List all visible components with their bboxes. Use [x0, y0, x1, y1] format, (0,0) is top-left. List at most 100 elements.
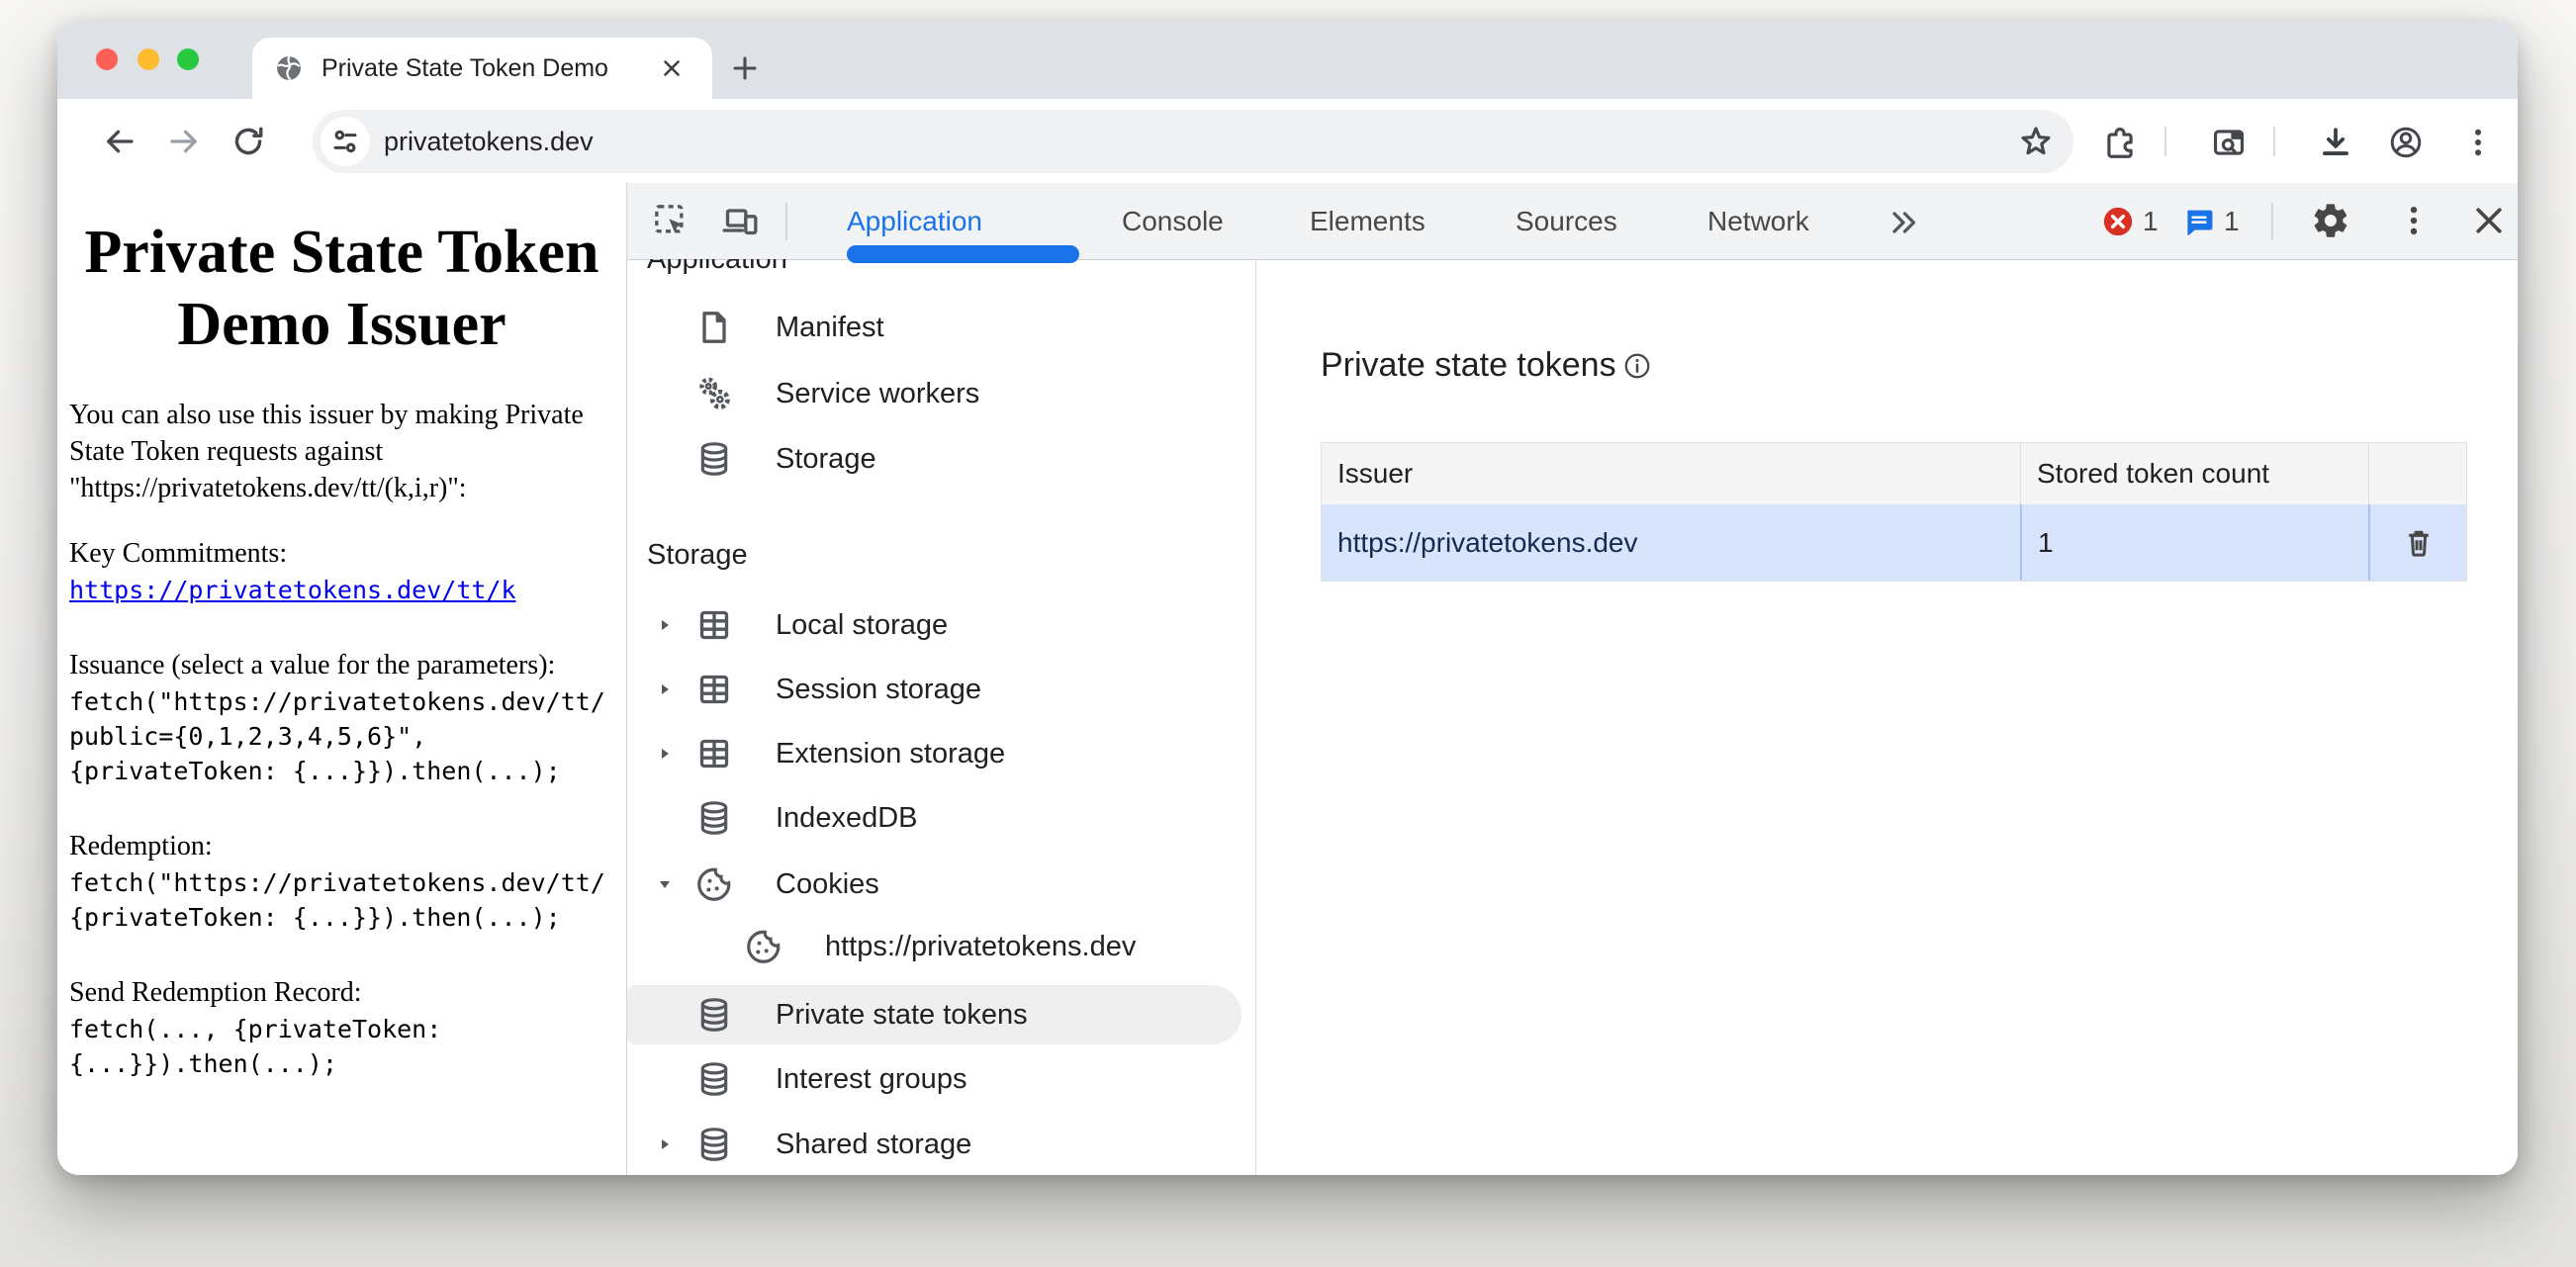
- expand-arrow-icon[interactable]: [657, 617, 673, 633]
- back-icon[interactable]: [102, 124, 138, 159]
- site-settings-icon[interactable]: [321, 117, 370, 166]
- browser-window: Private State Token Demo: [57, 22, 2518, 1175]
- table-grid-icon: [694, 670, 734, 709]
- sidebar-item-cookies[interactable]: Cookies: [627, 854, 1255, 915]
- devtools-close-icon[interactable]: [2469, 201, 2509, 240]
- device-toolbar-icon[interactable]: [720, 201, 760, 240]
- delete-trash-icon[interactable]: [2401, 525, 2437, 561]
- error-count[interactable]: 1: [2143, 183, 2159, 259]
- error-badge-icon[interactable]: [2101, 205, 2141, 244]
- new-tab-button[interactable]: [722, 45, 768, 91]
- sidebar-item-local-storage[interactable]: Local storage: [627, 594, 1255, 656]
- globe-favicon-icon: [274, 53, 304, 83]
- sidebar-item-label: Cookies: [776, 868, 879, 901]
- database-icon: [694, 798, 734, 838]
- close-window-button[interactable]: [96, 48, 118, 70]
- forward-icon[interactable]: [166, 124, 202, 159]
- sidebar-item-indexeddb[interactable]: IndexedDB: [627, 787, 1255, 849]
- database-icon: [694, 995, 734, 1035]
- issues-badge-icon[interactable]: [2182, 205, 2222, 244]
- toolbar-divider: [2164, 127, 2166, 156]
- key-commitments-link[interactable]: https://privatetokens.dev/tt/k: [69, 576, 516, 604]
- sidebar-item-label: Manifest: [776, 312, 884, 344]
- sidebar-item-private-state-tokens[interactable]: Private state tokens: [627, 984, 1255, 1045]
- database-icon: [694, 1059, 734, 1099]
- url-bar[interactable]: privatetokens.dev: [313, 110, 2073, 173]
- sidebar-item-manifest[interactable]: Manifest: [627, 297, 1255, 358]
- sidebar-item-extension-storage[interactable]: Extension storage: [627, 723, 1255, 784]
- issuance-code-line: {privateToken: {...}}).then(...);: [69, 755, 626, 787]
- redemption-label: Redemption:: [69, 829, 616, 864]
- service-workers-icon: [694, 374, 734, 413]
- tab-sources[interactable]: Sources: [1516, 183, 1617, 259]
- srr-label: Send Redemption Record:: [69, 975, 616, 1011]
- sidebar-item-session-storage[interactable]: Session storage: [627, 659, 1255, 720]
- tab-network[interactable]: Network: [1707, 183, 1809, 259]
- table-row[interactable]: https://privatetokens.dev 1: [1322, 504, 2466, 581]
- tab-console[interactable]: Console: [1122, 183, 1224, 259]
- devtools-toolbar-divider: [785, 203, 787, 240]
- redemption-code-line: {privateToken: {...}}).then(...);: [69, 901, 626, 934]
- sidebar-item-interest-groups[interactable]: Interest groups: [627, 1048, 1255, 1110]
- cookie-icon: [694, 864, 734, 904]
- expand-arrow-icon[interactable]: [657, 1136, 673, 1152]
- sidebar-item-cookie-origin[interactable]: https://privatetokens.dev: [627, 916, 1255, 977]
- column-header-issuer[interactable]: Issuer: [1322, 458, 2020, 490]
- sidebar-item-label: Storage: [776, 443, 876, 476]
- tab-close-icon[interactable]: [659, 55, 685, 81]
- settings-gear-icon[interactable]: [2311, 201, 2350, 240]
- page-title: Private State Token Demo Issuer: [65, 217, 618, 361]
- key-commitments-label: Key Commitments:: [69, 536, 616, 572]
- browser-tab[interactable]: Private State Token Demo: [252, 38, 712, 99]
- sidebar-item-label: https://privatetokens.dev: [825, 931, 1136, 963]
- storage-section-header: Storage: [647, 539, 748, 572]
- sidebar-item-label: Local storage: [776, 609, 948, 642]
- browser-menu-icon[interactable]: [2459, 124, 2495, 159]
- table-grid-icon: [694, 734, 734, 773]
- column-header-actions: [2368, 443, 2466, 504]
- database-icon: [694, 1125, 734, 1164]
- profile-icon[interactable]: [2387, 124, 2423, 159]
- maximize-window-button[interactable]: [177, 48, 199, 70]
- sidebar-item-label: Interest groups: [776, 1063, 966, 1096]
- tab-title: Private State Token Demo: [322, 54, 659, 83]
- tab-strip: Private State Token Demo: [57, 22, 2518, 99]
- issuance-code-line: public={0,1,2,3,4,5,6}",: [69, 720, 626, 753]
- devtools-toolbar: Application Console Elements Sources Net…: [627, 183, 2518, 260]
- minimize-window-button[interactable]: [138, 48, 159, 70]
- sidebar-item-storage[interactable]: Storage: [627, 428, 1255, 490]
- application-sidebar: Application Manifest Service workers: [627, 259, 1256, 1175]
- issue-count[interactable]: 1: [2224, 183, 2240, 259]
- count-cell[interactable]: 1: [2020, 504, 2368, 581]
- reload-icon[interactable]: [230, 124, 266, 159]
- devtools-menu-icon[interactable]: [2394, 201, 2434, 240]
- sidebar-item-service-workers[interactable]: Service workers: [627, 363, 1255, 424]
- database-icon: [694, 439, 734, 479]
- expand-arrow-icon[interactable]: [657, 746, 673, 762]
- expand-arrow-icon[interactable]: [657, 681, 673, 697]
- issuer-cell[interactable]: https://privatetokens.dev: [1322, 527, 2020, 559]
- inspect-element-icon[interactable]: [651, 201, 690, 240]
- redemption-code-line: fetch("https://privatetokens.dev/tt/: [69, 866, 626, 899]
- url-text[interactable]: privatetokens.dev: [384, 127, 2016, 157]
- sidebar-item-shared-storage[interactable]: Shared storage: [627, 1114, 1255, 1175]
- devtools-body: Application Manifest Service workers: [627, 259, 2518, 1175]
- window-content: Private State Token Demo Issuer You can …: [57, 183, 2518, 1175]
- cookie-icon: [744, 927, 783, 966]
- toolbar-divider: [2273, 127, 2275, 156]
- bookmark-star-icon[interactable]: [2016, 122, 2056, 161]
- column-header-count[interactable]: Stored token count: [2020, 443, 2368, 504]
- web-page: Private State Token Demo Issuer You can …: [57, 183, 626, 1175]
- downloads-icon[interactable]: [2317, 124, 2352, 159]
- devtools-panel: Application Console Elements Sources Net…: [626, 183, 2518, 1175]
- actions-cell: [2368, 504, 2466, 581]
- devtools-toolbar-divider: [2271, 203, 2273, 240]
- info-icon[interactable]: [1622, 351, 1652, 381]
- more-tabs-icon[interactable]: [1886, 205, 1925, 244]
- tab-elements[interactable]: Elements: [1310, 183, 1426, 259]
- panel-title: Private state tokens: [1321, 346, 1616, 385]
- collapse-arrow-icon[interactable]: [657, 876, 673, 892]
- extensions-icon[interactable]: [2101, 124, 2137, 159]
- browser-toolbar: privatetokens.dev: [57, 99, 2518, 183]
- side-search-icon[interactable]: [2210, 124, 2246, 159]
